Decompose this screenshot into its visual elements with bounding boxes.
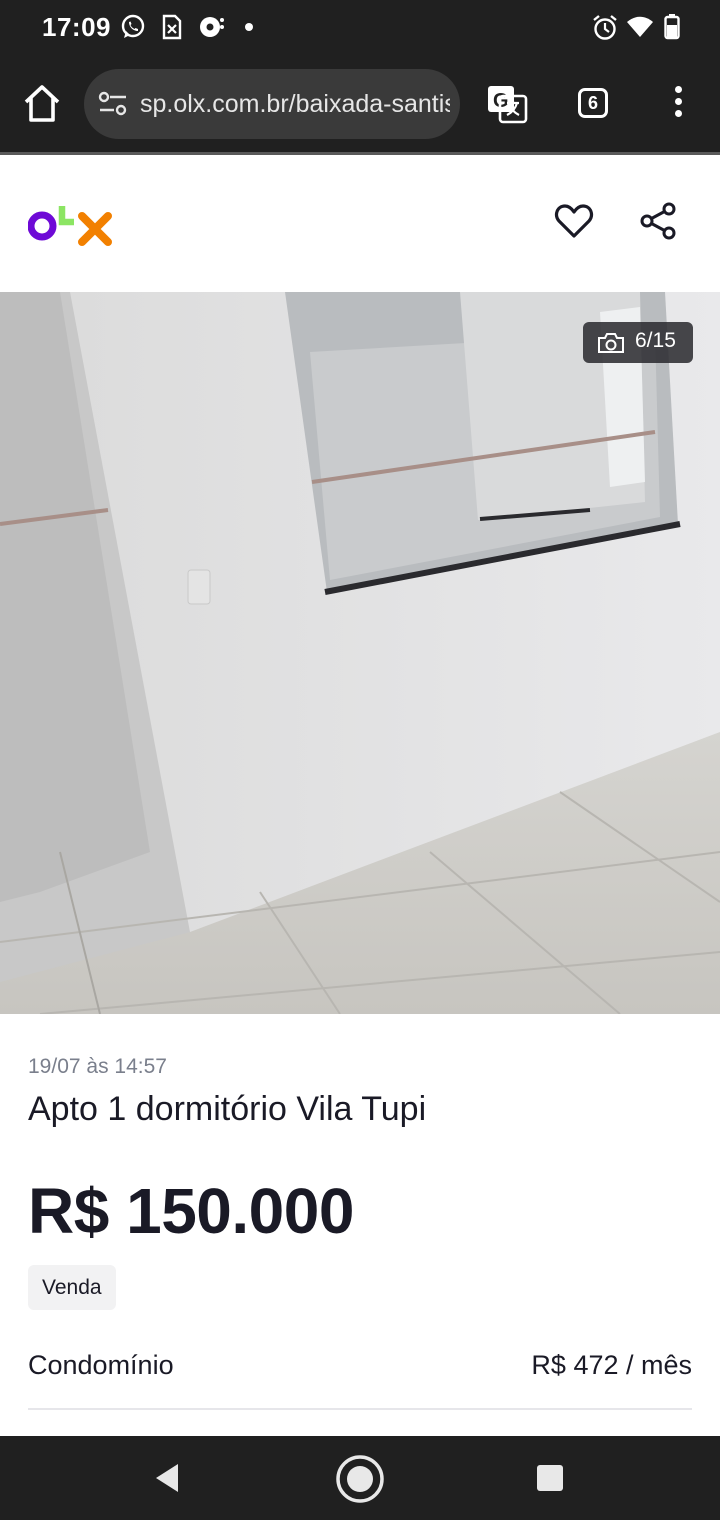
interior-room-image	[0, 292, 720, 1014]
battery-icon	[664, 14, 680, 40]
home-nav-icon[interactable]	[334, 1453, 386, 1505]
details-divider	[28, 1408, 692, 1410]
status-bar: 17:09	[0, 0, 720, 56]
sim-missing-icon	[162, 14, 182, 40]
listing-price: R$ 150.000	[28, 1175, 354, 1247]
olx-logo[interactable]	[28, 200, 114, 246]
recents-icon[interactable]	[536, 1464, 564, 1492]
tab-count: 6	[587, 92, 598, 113]
site-settings-icon[interactable]	[98, 90, 128, 118]
whatsapp-icon	[121, 14, 145, 38]
camera-icon	[598, 333, 624, 353]
share-icon[interactable]	[638, 201, 678, 241]
photo-counter-text: 6/15	[635, 329, 676, 352]
favorite-heart-icon[interactable]	[554, 201, 594, 241]
wifi-icon	[627, 16, 653, 37]
tab-switcher-button[interactable]: 6	[578, 88, 608, 118]
listing-photo[interactable]	[0, 292, 720, 1014]
back-icon[interactable]	[152, 1462, 182, 1494]
alarm-icon	[593, 15, 617, 40]
condominio-label: Condomínio	[28, 1350, 174, 1380]
status-time: 17:09	[42, 12, 111, 42]
address-bar[interactable]: sp.olx.com.br/baixada-santista	[84, 69, 460, 139]
notification-dot-icon	[245, 23, 253, 31]
photo-counter-badge: 6/15	[583, 322, 693, 363]
translate-icon[interactable]: G	[486, 84, 528, 124]
listing-type-label: Venda	[42, 1275, 102, 1299]
site-header	[0, 155, 720, 292]
listing-date: 19/07 às 14:57	[28, 1055, 167, 1078]
condominio-value: R$ 472 / mês	[531, 1350, 692, 1380]
system-navigation-bar	[0, 1436, 720, 1520]
listing-title: Apto 1 dormitório Vila Tupi	[28, 1090, 427, 1128]
url-text[interactable]: sp.olx.com.br/baixada-santista	[140, 90, 450, 119]
browser-toolbar: sp.olx.com.br/baixada-santista G 6	[0, 56, 720, 154]
home-icon[interactable]	[22, 82, 62, 126]
hotspot-icon	[200, 17, 224, 37]
listing-type-badge: Venda	[28, 1265, 116, 1310]
browser-menu-icon[interactable]	[664, 86, 692, 122]
